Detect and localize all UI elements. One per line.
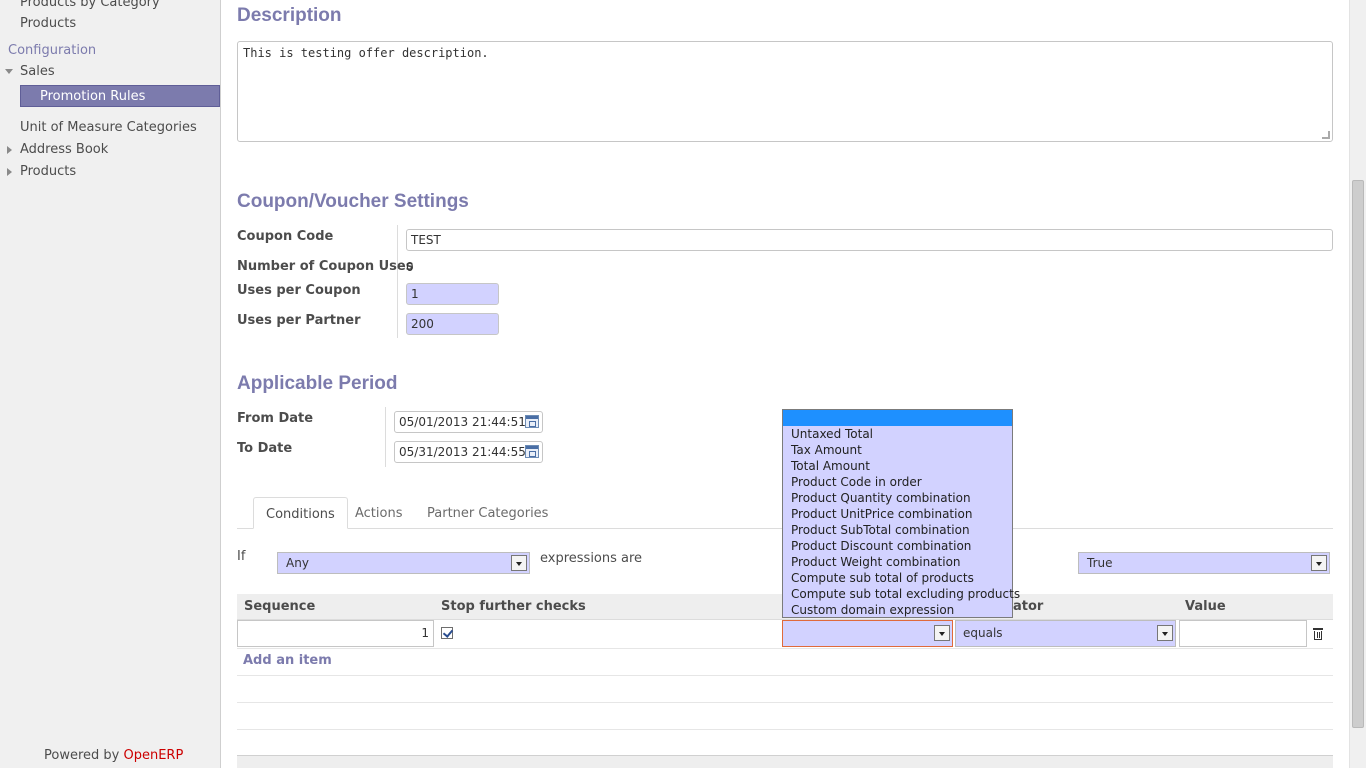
row-divider [237, 702, 1333, 703]
row-divider [237, 648, 1333, 649]
dropdown-option[interactable]: Product Quantity combination [791, 491, 971, 505]
coupon-code-label: Coupon Code [237, 229, 334, 244]
tab-partner-categories[interactable]: Partner Categories [415, 497, 560, 529]
dropdown-arrow-icon[interactable] [1157, 625, 1173, 641]
stop-further-checks-checkbox[interactable] [441, 627, 453, 639]
to-date-label: To Date [237, 441, 293, 456]
sidebar-item-sales[interactable]: Sales [20, 64, 55, 79]
coupon-heading: Coupon/Voucher Settings [237, 191, 469, 212]
description-textarea[interactable]: This is testing offer description. [237, 41, 1333, 142]
description-text: This is testing offer description. [243, 46, 489, 60]
col-sequence[interactable]: Sequence [244, 599, 315, 614]
coupon-uses-value: 0 [406, 260, 414, 274]
add-item-link[interactable]: Add an item [243, 653, 332, 668]
from-date-label: From Date [237, 411, 314, 426]
sidebar-item-promotion-rules[interactable]: Promotion Rules [20, 85, 220, 107]
attribute-select[interactable] [782, 620, 953, 647]
expressions-label: expressions are [540, 551, 643, 566]
col-operator[interactable]: ator [1013, 599, 1043, 614]
sidebar-item-uom-categories[interactable]: Unit of Measure Categories [20, 120, 197, 135]
vertical-scrollbar[interactable] [1349, 0, 1366, 768]
uses-per-partner-label: Uses per Partner [237, 313, 361, 328]
tab-conditions[interactable]: Conditions [253, 497, 348, 529]
dropdown-option[interactable]: Product UnitPrice combination [791, 507, 972, 521]
period-heading: Applicable Period [237, 373, 398, 394]
chevron-right-icon[interactable] [7, 146, 12, 154]
to-date-value: 05/31/2013 21:44:55 [399, 445, 526, 459]
dropdown-option[interactable]: Custom domain expression [791, 603, 954, 617]
value-input[interactable] [1179, 620, 1307, 647]
resize-handle-icon[interactable] [1322, 131, 1330, 139]
sidebar-item-address-book[interactable]: Address Book [20, 142, 108, 157]
from-date-value: 05/01/2013 21:44:51 [399, 415, 526, 429]
dropdown-option[interactable]: Compute sub total excluding products [791, 587, 1020, 601]
chevron-down-icon[interactable] [5, 69, 13, 74]
sidebar-item-products[interactable]: Products [20, 16, 76, 31]
dropdown-option[interactable]: Total Amount [791, 459, 870, 473]
tab-actions[interactable]: Actions [343, 497, 415, 529]
dropdown-option[interactable]: Untaxed Total [791, 427, 873, 441]
coupon-code-input[interactable]: TEST [406, 229, 1333, 251]
dropdown-option[interactable]: Product Weight combination [791, 555, 961, 569]
calendar-icon[interactable] [525, 415, 539, 428]
sequence-input[interactable]: 1 [237, 620, 434, 647]
field-separator [397, 225, 398, 338]
dropdown-option[interactable]: Product Discount combination [791, 539, 971, 553]
uses-per-coupon-label: Uses per Coupon [237, 283, 361, 298]
dropdown-arrow-icon[interactable] [934, 625, 950, 641]
sidebar-section-configuration: Configuration [8, 43, 97, 58]
any-all-value: Any [286, 556, 309, 570]
sidebar-item-products-by-category[interactable]: Products by Category [20, 0, 160, 10]
any-all-select[interactable]: Any [277, 552, 530, 574]
coupon-uses-label: Number of Coupon Uses [237, 259, 414, 274]
row-divider [237, 729, 1333, 730]
dropdown-arrow-icon[interactable] [511, 555, 527, 571]
description-heading: Description [237, 5, 342, 26]
powered-by: Powered by OpenERP [44, 748, 183, 763]
from-date-input[interactable]: 05/01/2013 21:44:51 [394, 411, 543, 433]
col-value[interactable]: Value [1185, 599, 1226, 614]
uses-per-coupon-input[interactable]: 1 [406, 283, 499, 305]
scrollbar-thumb[interactable] [1352, 180, 1364, 728]
dropdown-option[interactable]: Tax Amount [791, 443, 862, 457]
dropdown-option[interactable]: Product Code in order [791, 475, 922, 489]
calendar-icon[interactable] [525, 445, 539, 458]
sidebar: Products by Category Products Configurat… [0, 0, 221, 768]
true-false-value: True [1087, 556, 1113, 570]
if-label: If [237, 549, 246, 564]
operator-select[interactable]: equals [955, 620, 1176, 647]
row-divider [237, 675, 1333, 676]
operator-value: equals [963, 626, 1003, 640]
uses-per-partner-input[interactable]: 200 [406, 313, 499, 335]
trash-icon[interactable] [1313, 627, 1323, 640]
attribute-dropdown-list[interactable]: Untaxed Total Tax Amount Total Amount Pr… [782, 409, 1020, 618]
true-false-select[interactable]: True [1078, 552, 1330, 574]
field-separator [385, 407, 386, 467]
dropdown-option[interactable]: Product SubTotal combination [791, 523, 970, 537]
dropdown-option[interactable]: Compute sub total of products [791, 571, 974, 585]
sidebar-item-products-config[interactable]: Products [20, 164, 76, 179]
powered-by-prefix: Powered by [44, 748, 124, 763]
dropdown-arrow-icon[interactable] [1311, 555, 1327, 571]
to-date-input[interactable]: 05/31/2013 21:44:55 [394, 441, 543, 463]
table-footer [237, 755, 1333, 768]
col-stop-further-checks[interactable]: Stop further checks [441, 599, 586, 614]
openerp-link[interactable]: OpenERP [123, 748, 183, 763]
chevron-right-icon[interactable] [7, 168, 12, 176]
dropdown-option-empty[interactable] [783, 410, 1012, 426]
